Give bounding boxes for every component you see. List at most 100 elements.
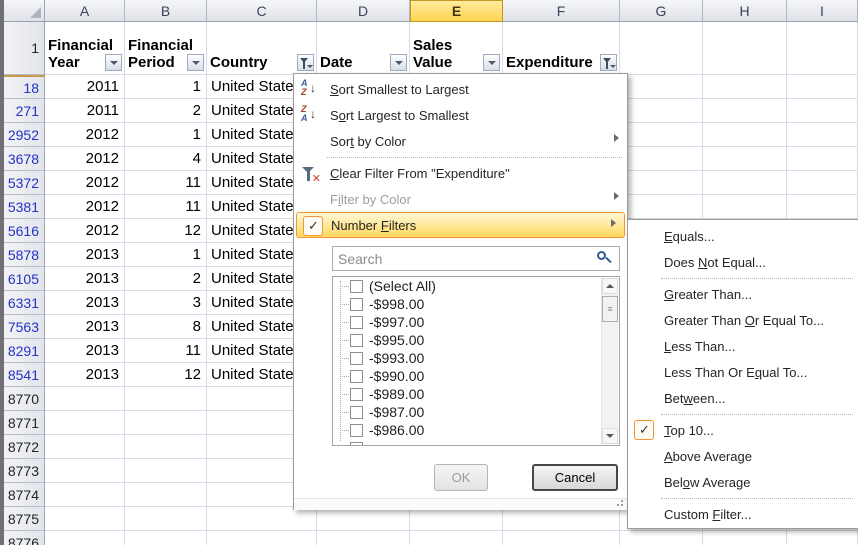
cell[interactable] xyxy=(125,387,207,411)
cell-financial-year[interactable]: 2013 xyxy=(45,291,125,315)
menu-item[interactable]: ZA↓ ✕ ✓ Sort Largest to Smallest xyxy=(294,102,627,128)
cell[interactable] xyxy=(317,531,410,545)
submenu-item[interactable]: ✓ Custom Filter... xyxy=(628,501,858,527)
cell[interactable] xyxy=(45,411,125,435)
cell[interactable] xyxy=(703,171,787,195)
cell-f1-expenditure[interactable]: Expenditure xyxy=(503,22,620,75)
cell-financial-year[interactable]: 2013 xyxy=(45,363,125,387)
cell[interactable] xyxy=(503,507,620,531)
cell-g1[interactable] xyxy=(620,22,703,75)
row-header[interactable]: 6331 xyxy=(4,291,45,315)
cell-financial-period[interactable]: 2 xyxy=(125,99,207,123)
row-header[interactable]: 3678 xyxy=(4,147,45,171)
cell[interactable] xyxy=(703,147,787,171)
filter-value-option[interactable]: -$987.00 xyxy=(333,403,619,421)
cell-financial-period[interactable]: 11 xyxy=(125,171,207,195)
cell[interactable] xyxy=(620,99,703,123)
cell-financial-year[interactable]: 2012 xyxy=(45,219,125,243)
cell[interactable] xyxy=(787,123,858,147)
row-header[interactable]: 5381 xyxy=(4,195,45,219)
cell[interactable] xyxy=(125,411,207,435)
select-all-corner[interactable] xyxy=(4,0,45,22)
filter-dropdown-button[interactable] xyxy=(187,54,204,71)
submenu-item[interactable]: ✓ Equals... xyxy=(628,223,858,249)
cell-financial-year[interactable]: 2013 xyxy=(45,267,125,291)
cell-financial-period[interactable]: 11 xyxy=(125,339,207,363)
list-scrollbar[interactable]: ≡ xyxy=(601,278,618,444)
cell-c1-country[interactable]: Country xyxy=(207,22,317,75)
search-icon[interactable] xyxy=(597,251,612,266)
row-header[interactable]: 8771 xyxy=(4,411,45,435)
row-header[interactable]: 271 xyxy=(4,99,45,123)
cell[interactable] xyxy=(787,75,858,99)
row-header[interactable]: 8772 xyxy=(4,435,45,459)
cell[interactable] xyxy=(703,99,787,123)
cell-a1-financial-year[interactable]: Financial Year xyxy=(45,22,125,75)
search-input[interactable] xyxy=(332,246,620,271)
filter-value-option[interactable]: -$993.00 xyxy=(333,349,619,367)
cell-financial-year[interactable]: 2011 xyxy=(45,99,125,123)
filter-value-option[interactable]: -$986.00 xyxy=(333,421,619,439)
cell[interactable] xyxy=(703,531,787,545)
cell[interactable] xyxy=(317,507,410,531)
cancel-button[interactable]: Cancel xyxy=(532,464,618,491)
cell[interactable] xyxy=(620,75,703,99)
column-header[interactable]: D xyxy=(317,0,410,22)
filter-value-option[interactable]: -$990.00 xyxy=(333,367,619,385)
cell[interactable] xyxy=(207,531,317,545)
row-header[interactable]: 8775 xyxy=(4,507,45,531)
filter-value-option[interactable]: -$989.00 xyxy=(333,385,619,403)
cell[interactable] xyxy=(125,507,207,531)
column-header[interactable]: E xyxy=(410,0,503,22)
cell[interactable] xyxy=(45,483,125,507)
ok-button[interactable]: OK xyxy=(434,464,488,491)
filter-dropdown-button[interactable] xyxy=(483,54,500,71)
cell[interactable] xyxy=(125,459,207,483)
cell-financial-year[interactable]: 2012 xyxy=(45,195,125,219)
cell-financial-period[interactable]: 8 xyxy=(125,315,207,339)
submenu-item[interactable]: ✓ Greater Than Or Equal To... xyxy=(628,307,858,333)
cell[interactable] xyxy=(703,195,787,219)
submenu-item[interactable]: ✓ Greater Than... xyxy=(628,281,858,307)
cell[interactable] xyxy=(125,531,207,545)
cell[interactable] xyxy=(503,531,620,545)
checkbox-unchecked[interactable] xyxy=(350,298,363,311)
row-header[interactable]: 8291 xyxy=(4,339,45,363)
cell-financial-year[interactable]: 2013 xyxy=(45,243,125,267)
cell[interactable] xyxy=(45,459,125,483)
row-header[interactable]: 2952 xyxy=(4,123,45,147)
cell[interactable] xyxy=(410,531,503,545)
cell-financial-year[interactable]: 2013 xyxy=(45,339,125,363)
cell-financial-period[interactable]: 3 xyxy=(125,291,207,315)
submenu-item[interactable]: ✓ Less Than Or Equal To... xyxy=(628,359,858,385)
scroll-down-button[interactable] xyxy=(602,428,618,444)
submenu-item[interactable]: ✓ Below Average xyxy=(628,469,858,495)
cell[interactable] xyxy=(787,195,858,219)
cell-h1[interactable] xyxy=(703,22,787,75)
cell-financial-year[interactable]: 2011 xyxy=(45,75,125,99)
cell[interactable] xyxy=(45,435,125,459)
cell-b1-financial-period[interactable]: Financial Period xyxy=(125,22,207,75)
cell[interactable] xyxy=(410,507,503,531)
cell-financial-year[interactable]: 2012 xyxy=(45,171,125,195)
row-header[interactable]: 8774 xyxy=(4,483,45,507)
cell-financial-year[interactable]: 2012 xyxy=(45,147,125,171)
checkbox-unchecked[interactable] xyxy=(350,370,363,383)
checkbox-unchecked[interactable] xyxy=(350,406,363,419)
cell[interactable] xyxy=(45,507,125,531)
column-header[interactable]: H xyxy=(703,0,787,22)
cell-financial-period[interactable]: 12 xyxy=(125,363,207,387)
cell-financial-period[interactable]: 4 xyxy=(125,147,207,171)
row-header[interactable]: 7563 xyxy=(4,315,45,339)
submenu-item[interactable]: ✓ Between... xyxy=(628,385,858,411)
submenu-item[interactable]: ✓ Does Not Equal... xyxy=(628,249,858,275)
submenu-item[interactable]: ✓ Above Average xyxy=(628,443,858,469)
cell[interactable] xyxy=(45,531,125,545)
cell-financial-year[interactable]: 2012 xyxy=(45,123,125,147)
checkbox-unchecked[interactable] xyxy=(350,316,363,329)
row-header[interactable]: 18 xyxy=(4,75,45,99)
column-header[interactable]: I xyxy=(787,0,858,22)
filter-value-option[interactable] xyxy=(333,439,619,446)
cell-i1[interactable] xyxy=(787,22,858,75)
row-header[interactable]: 5878 xyxy=(4,243,45,267)
